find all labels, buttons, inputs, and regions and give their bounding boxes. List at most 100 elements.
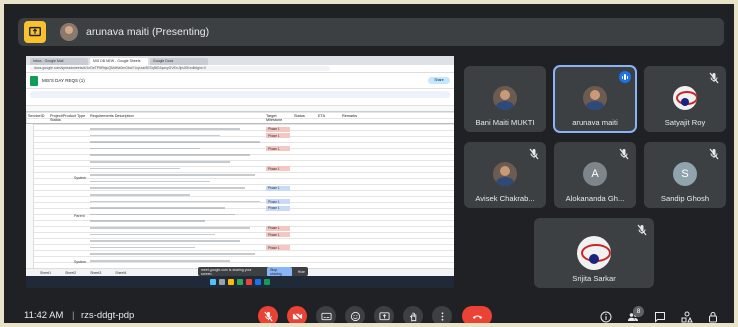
participant-tile[interactable]: Srijita Sarkar	[534, 218, 654, 288]
participant-avatar: S	[673, 162, 697, 186]
phase-label: Phase 1	[268, 245, 280, 250]
sheet-header: MIS'S DAY REQS (1) Share	[26, 73, 454, 89]
cell-text-line	[90, 240, 240, 242]
sheet-toolbar	[30, 91, 450, 98]
participant-avatar	[673, 86, 697, 110]
cell-text-line	[90, 180, 210, 183]
hide-button: Hide	[297, 269, 305, 274]
mic-off-icon	[528, 147, 540, 160]
header-cell: ServiceID	[28, 114, 45, 118]
cell-text-line	[90, 213, 235, 216]
sheet-tab: Sheet4	[115, 270, 127, 275]
phase-label: Phase 1	[268, 166, 280, 171]
host-controls-button[interactable]	[707, 310, 719, 323]
captions-icon	[320, 312, 332, 320]
chat-button[interactable]	[654, 310, 666, 323]
cell-text-line	[90, 233, 215, 236]
chat-icon	[655, 312, 665, 323]
sheet-tab: Sheet2	[65, 270, 77, 275]
participant-tile[interactable]: Satyajit Roy	[644, 66, 726, 132]
meeting-time: 11:42 AM	[24, 310, 64, 321]
more-options-button[interactable]	[432, 306, 452, 323]
phase-label: Phase 1	[268, 186, 280, 191]
host-controls-icon	[709, 312, 717, 323]
emoji-icon	[350, 311, 360, 321]
sheet-title: MIS'S DAY REQS (1)	[42, 78, 85, 83]
emoji-button[interactable]	[345, 306, 365, 323]
phase-label: Phase 1	[268, 133, 280, 138]
separator: |	[72, 310, 75, 321]
participant-avatar	[583, 86, 607, 110]
header-cell: Remarks	[342, 114, 358, 118]
cell-text-line	[90, 161, 230, 163]
section-label: System	[74, 176, 86, 180]
mic-off-icon	[618, 147, 630, 160]
meet-window: arunava maiti (Presenting) Inbox - Googl…	[0, 0, 738, 327]
end-call-icon	[472, 315, 482, 319]
row-numbers	[26, 124, 34, 274]
mic-off-icon	[263, 311, 273, 321]
participant-tile[interactable]: A Alokananda Gh...	[554, 142, 636, 208]
cell-text-line	[90, 154, 250, 156]
participant-tile[interactable]: Avisek Chakrab...	[464, 142, 546, 208]
cell-text-line	[90, 128, 240, 130]
mic-off-icon	[708, 147, 720, 160]
folder-icon	[228, 279, 234, 285]
header-cell: Requirements Description	[90, 114, 134, 118]
participant-avatar	[493, 86, 517, 110]
phase-label: Phase 1	[268, 199, 280, 204]
cell-text-line	[90, 207, 225, 209]
more-icon	[441, 311, 443, 321]
phase-label: Phase 1	[268, 232, 280, 237]
participant-name: Srijita Sarkar	[572, 274, 616, 283]
presenting-title: arunava maiti (Presenting)	[86, 26, 210, 38]
participant-name: Avisek Chakrab...	[475, 194, 535, 203]
browser-tab: Google Docs	[150, 58, 208, 65]
present-icon[interactable]	[24, 21, 46, 43]
cell-text-line	[90, 253, 255, 255]
activities-button[interactable]	[681, 310, 693, 323]
present-now-icon	[378, 311, 390, 320]
speaking-icon	[619, 71, 631, 83]
presenter-avatar	[60, 23, 78, 41]
browser-tab: Inbox - Google Mail	[30, 58, 88, 65]
present-now-button[interactable]	[374, 306, 394, 323]
edge-icon	[255, 279, 261, 285]
info-icon	[600, 311, 612, 323]
end-call-button[interactable]	[462, 306, 492, 323]
sheet-tab: Sheet3	[90, 270, 102, 275]
people-button[interactable]: 8	[627, 306, 644, 322]
mic-off-icon	[708, 71, 720, 84]
sheet-share-button: Share	[428, 77, 450, 84]
meeting-info-button[interactable]	[600, 310, 612, 323]
participant-name: Sandip Ghosh	[660, 194, 710, 203]
cell-text-line	[90, 246, 195, 249]
captions-button[interactable]	[316, 306, 336, 323]
participant-count-badge: 8	[633, 306, 644, 317]
mic-off-icon	[636, 223, 648, 236]
participant-name: Satyajit Roy	[664, 118, 706, 127]
address-text: docs.google.com/spreadsheets/d/1xOeTP6Rb…	[30, 66, 330, 71]
phase-label: Phase 1	[268, 127, 280, 131]
cell-text-line	[90, 227, 250, 229]
camera-toggle-button[interactable]	[287, 306, 307, 323]
participant-tile-active[interactable]: arunava maiti	[553, 65, 637, 133]
address-bar: docs.google.com/spreadsheets/d/1xOeTP6Rb…	[26, 65, 454, 73]
search-icon	[219, 279, 225, 285]
cell-text-line	[90, 167, 180, 170]
participant-tile[interactable]: S Sandip Ghosh	[644, 142, 726, 208]
stop-popup-text: meet.google.com is sharing your screen.	[201, 267, 252, 276]
browser-tab: MIS DB NEW - Google Sheets	[90, 58, 148, 65]
shared-screen[interactable]: Inbox - Google Mail MIS DB NEW - Google …	[26, 56, 454, 288]
cell-text-line	[90, 194, 190, 196]
header-row: ServiceID Project/Product Type Status Re…	[26, 112, 454, 124]
raise-hand-button[interactable]	[403, 306, 423, 323]
header-cell: Status	[294, 114, 305, 118]
participant-name: Alokananda Gh...	[565, 194, 625, 203]
meeting-code: rzs-ddgt-pdp	[81, 310, 135, 321]
mic-toggle-button[interactable]	[258, 306, 278, 323]
windows-taskbar	[26, 276, 454, 288]
mail-icon	[246, 279, 252, 285]
participant-tile[interactable]: Bani Maiti MUKTI	[464, 66, 546, 132]
cell-text-line	[90, 220, 205, 222]
